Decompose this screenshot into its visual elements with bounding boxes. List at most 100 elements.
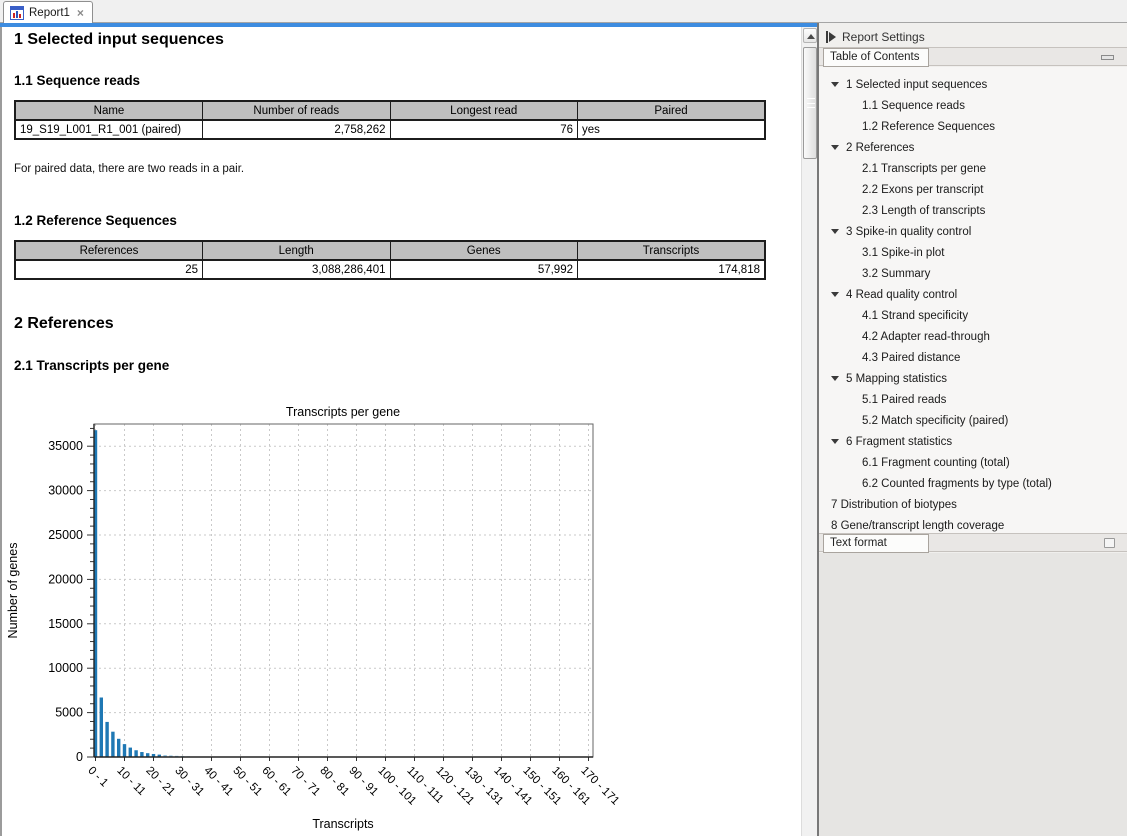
report-settings-title: Report Settings [842, 30, 925, 44]
svg-text:30000: 30000 [48, 484, 83, 498]
svg-text:10 - 11: 10 - 11 [114, 765, 147, 798]
svg-text:0 - 1: 0 - 1 [85, 765, 110, 790]
scroll-up-button[interactable] [803, 28, 817, 43]
cell-name: 19_S19_L001_R1_001 (paired) [15, 120, 203, 139]
table-of-contents: 1 Selected input sequences 1.1 Sequence r… [819, 67, 1127, 533]
report-icon [10, 6, 24, 20]
vertical-scrollbar[interactable] [801, 27, 817, 836]
toc-item-label: 4 Read quality control [846, 289, 957, 301]
report-settings-sidebar: Report Settings Table of Contents 1 Sele… [819, 23, 1127, 836]
column-header: Length [203, 241, 391, 260]
column-header: Genes [390, 241, 578, 260]
svg-text:20000: 20000 [48, 572, 83, 586]
svg-text:30 - 31: 30 - 31 [172, 765, 206, 799]
scrollbar-thumb[interactable] [803, 47, 817, 159]
svg-text:35000: 35000 [48, 439, 83, 453]
toc-item-label: 1 Selected input sequences [846, 79, 987, 91]
column-header: Name [15, 101, 203, 120]
collapse-triangle-icon[interactable] [831, 229, 839, 234]
toc-item[interactable]: 6.1 Fragment counting (total) [819, 452, 1127, 473]
collapse-triangle-icon[interactable] [831, 145, 839, 150]
section-1-1-heading: 1.1 Sequence reads [14, 73, 140, 88]
collapse-triangle-icon[interactable] [831, 292, 839, 297]
toc-item-label: 2 References [846, 142, 914, 154]
sidebar-empty-area [819, 553, 1127, 836]
toc-item-label: 5.2 Match specificity (paired) [862, 415, 1008, 427]
svg-text:Number of genes: Number of genes [6, 543, 20, 639]
toc-item[interactable]: 8 Gene/transcript length coverage [819, 515, 1127, 533]
toc-item[interactable]: 3 Spike-in quality control [819, 221, 1127, 242]
svg-text:15000: 15000 [48, 617, 83, 631]
toc-item-label: 2.1 Transcripts per gene [862, 163, 986, 175]
toc-item-label: 6.1 Fragment counting (total) [862, 457, 1010, 469]
sequence-reads-table: Name Number of reads Longest read Paired… [14, 100, 766, 140]
application-window: Report1 × 1 Selected input sequences 1.1… [0, 0, 1127, 836]
toc-item[interactable]: 4.2 Adapter read-through [819, 326, 1127, 347]
column-header: Longest read [390, 101, 578, 120]
arrow-up-icon [807, 34, 815, 39]
cell-references: 25 [15, 260, 203, 279]
toc-item[interactable]: 6.2 Counted fragments by type (total) [819, 473, 1127, 494]
table-row: 19_S19_L001_R1_001 (paired) 2,758,262 76… [15, 120, 765, 139]
toc-item-label: 5.1 Paired reads [862, 394, 946, 406]
tab-title: Report1 [29, 7, 70, 19]
collapse-triangle-icon[interactable] [831, 376, 839, 381]
toc-item-label: 5 Mapping statistics [846, 373, 947, 385]
toc-item-label: 1.2 Reference Sequences [862, 121, 995, 133]
toc-item-label: 3 Spike-in quality control [846, 226, 971, 238]
toc-item[interactable]: 2.3 Length of transcripts [819, 200, 1127, 221]
svg-text:50 - 51: 50 - 51 [230, 765, 264, 799]
svg-text:0: 0 [76, 750, 83, 764]
toc-item[interactable]: 1 Selected input sequences [819, 74, 1127, 95]
toc-item[interactable]: 3.1 Spike-in plot [819, 242, 1127, 263]
column-header: Transcripts [578, 241, 766, 260]
toc-item[interactable]: 6 Fragment statistics [819, 431, 1127, 452]
toc-item[interactable]: 5.1 Paired reads [819, 389, 1127, 410]
toc-item[interactable]: 3.2 Summary [819, 263, 1127, 284]
toc-item-label: 2.3 Length of transcripts [862, 205, 985, 217]
thumb-grip-icon [807, 98, 815, 108]
toc-item-label: 8 Gene/transcript length coverage [831, 520, 1004, 532]
toc-item[interactable]: 2.2 Exons per transcript [819, 179, 1127, 200]
svg-text:20 - 21: 20 - 21 [143, 765, 177, 799]
text-format-panel-header: Text format [819, 533, 1127, 552]
toc-item[interactable]: 2 References [819, 137, 1127, 158]
minimize-icon[interactable] [1101, 55, 1114, 60]
toc-item[interactable]: 2.1 Transcripts per gene [819, 158, 1127, 179]
tab-report1[interactable]: Report1 × [3, 1, 93, 23]
section-2-heading: 2 References [14, 315, 114, 333]
toc-item[interactable]: 5 Mapping statistics [819, 368, 1127, 389]
toc-item[interactable]: 4.3 Paired distance [819, 347, 1127, 368]
toc-item-label: 6.2 Counted fragments by type (total) [862, 478, 1052, 490]
report-settings-header[interactable]: Report Settings [819, 27, 1127, 47]
svg-text:10000: 10000 [48, 661, 83, 675]
toc-item[interactable]: 1.2 Reference Sequences [819, 116, 1127, 137]
text-format-panel-tab[interactable]: Text format [823, 534, 929, 553]
toc-item[interactable]: 1.1 Sequence reads [819, 95, 1127, 116]
tab-bar: Report1 × [0, 0, 1127, 23]
toc-item[interactable]: 7 Distribution of biotypes [819, 494, 1127, 515]
toc-item-label: 3.1 Spike-in plot [862, 247, 944, 259]
toc-item[interactable]: 5.2 Match specificity (paired) [819, 410, 1127, 431]
cell-transcripts: 174,818 [578, 260, 766, 279]
svg-text:60 - 61: 60 - 61 [259, 765, 293, 799]
collapse-triangle-icon[interactable] [831, 439, 839, 444]
toc-item-label: 1.1 Sequence reads [862, 100, 965, 112]
reference-sequences-table: References Length Genes Transcripts 25 3… [14, 240, 766, 280]
paired-data-note: For paired data, there are two reads in … [14, 163, 244, 175]
toc-item[interactable]: 4 Read quality control [819, 284, 1127, 305]
toc-item[interactable]: 4.1 Strand specificity [819, 305, 1127, 326]
panel-document-icon[interactable] [1104, 538, 1115, 548]
svg-text:80 - 81: 80 - 81 [317, 765, 351, 799]
column-header: References [15, 241, 203, 260]
tab-close-icon[interactable]: × [77, 6, 84, 20]
report-view: 1 Selected input sequences 1.1 Sequence … [2, 27, 801, 836]
svg-text:90 - 91: 90 - 91 [346, 765, 380, 799]
cell-reads: 2,758,262 [203, 120, 391, 139]
svg-text:5000: 5000 [55, 706, 83, 720]
toc-panel-tab[interactable]: Table of Contents [823, 48, 929, 67]
section-2-1-heading: 2.1 Transcripts per gene [14, 358, 169, 373]
collapse-triangle-icon[interactable] [831, 82, 839, 87]
table-row: 25 3,088,286,401 57,992 174,818 [15, 260, 765, 279]
column-header: Paired [578, 101, 766, 120]
